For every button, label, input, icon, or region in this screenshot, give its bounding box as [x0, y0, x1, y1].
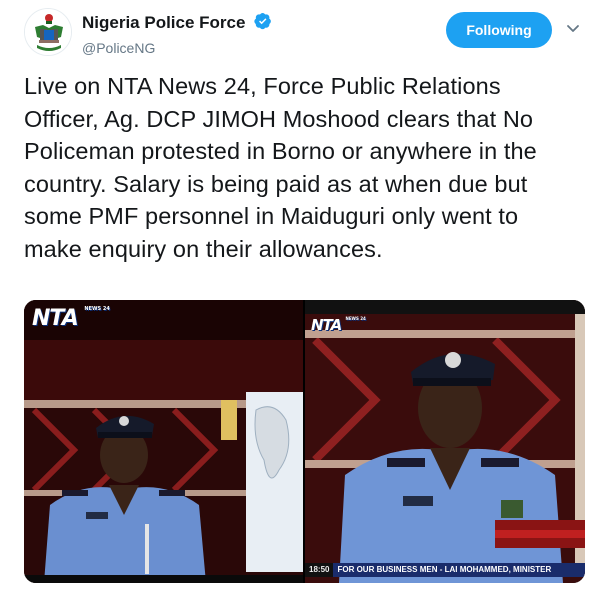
- tweet-header: Nigeria Police Force @PoliceNG Following: [24, 8, 584, 64]
- account-handle[interactable]: @PoliceNG: [82, 40, 272, 56]
- account-name[interactable]: Nigeria Police Force: [82, 13, 245, 32]
- tv-broadcast-image-right: [305, 300, 585, 583]
- news-ticker: 18:50 FOR OUR BUSINESS MEN - LAI MOHAMMED…: [305, 563, 585, 577]
- nta-logo-left: NTA: [32, 306, 79, 331]
- tweet-text: Live on NTA News 24, Force Public Relati…: [24, 73, 537, 262]
- nta-logo-sub-right: NEWS 24: [345, 316, 366, 321]
- ticker-time: 18:50: [305, 563, 334, 577]
- tv-broadcast-image-left: [24, 300, 303, 583]
- nta-logo-sub-left: NEWS 24: [84, 306, 110, 312]
- police-crest-icon: [25, 9, 71, 55]
- media-grid: NTA NEWS 24 NTA NEWS 24 18:50 FOR OUR BU…: [24, 300, 585, 583]
- media-photo-right[interactable]: NTA NEWS 24 18:50 FOR OUR BUSINESS MEN - …: [305, 300, 585, 583]
- avatar[interactable]: [24, 8, 72, 56]
- verified-badge-icon: [254, 12, 272, 35]
- nta-logo-right: NTA: [311, 316, 342, 334]
- chevron-down-icon[interactable]: [565, 20, 581, 36]
- ticker-text: FOR OUR BUSINESS MEN - LAI MOHAMMED, MIN…: [337, 565, 552, 574]
- account-info: Nigeria Police Force @PoliceNG: [82, 12, 272, 56]
- following-button[interactable]: Following: [446, 12, 552, 48]
- media-photo-left[interactable]: NTA NEWS 24: [24, 300, 303, 583]
